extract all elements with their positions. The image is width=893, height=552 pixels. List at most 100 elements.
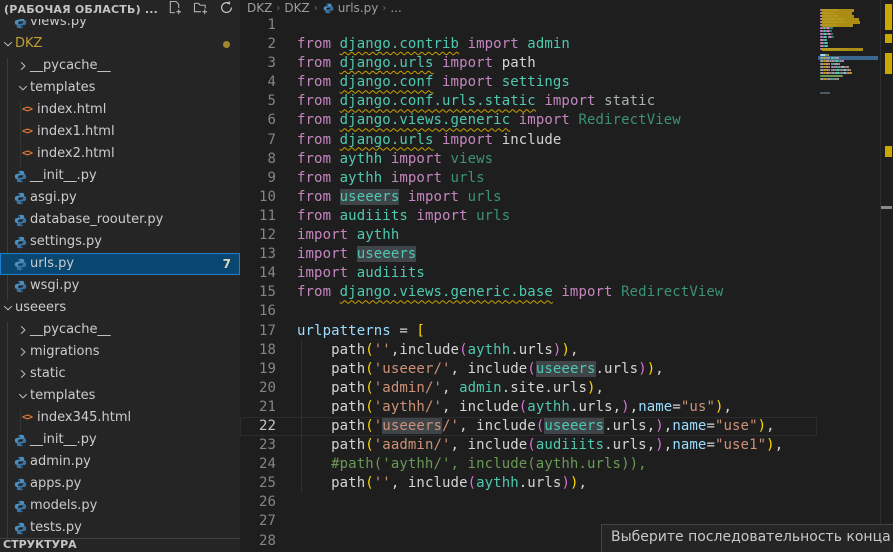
line-number[interactable]: 20 — [240, 379, 276, 398]
python-file-icon — [13, 477, 27, 491]
code-line-6[interactable]: 6from django.views.generic import Redire… — [240, 111, 893, 130]
breadcrumb-item----[interactable]: ... — [390, 1, 401, 15]
code-line-17[interactable]: 17urlpatterns = [ — [240, 322, 893, 341]
new-folder-button[interactable] — [192, 1, 209, 18]
line-number[interactable]: 21 — [240, 398, 276, 417]
line-number[interactable]: 16 — [240, 302, 276, 321]
code-line-8[interactable]: 8from aythh import views — [240, 150, 893, 169]
breadcrumb-item-DKZ[interactable]: DKZ — [247, 1, 272, 15]
code-text: import useeers — [297, 246, 416, 262]
tree-item-label: database_roouter.py — [30, 209, 163, 231]
line-number[interactable]: 11 — [240, 207, 276, 226]
code-line-3[interactable]: 3from django.urls import path — [240, 54, 893, 73]
tree-item-asgi-py[interactable]: asgi.py — [0, 187, 240, 209]
tree-item-index1-html[interactable]: <>index1.html — [0, 121, 240, 143]
code-line-25[interactable]: 25 path('', include(aythh.urls)), — [240, 474, 893, 493]
tree-item-migrations[interactable]: migrations — [0, 341, 240, 363]
code-line-19[interactable]: 19 path('useeer/', include(useeers.urls)… — [240, 360, 893, 379]
tree-item-useeers[interactable]: useeers — [0, 297, 240, 319]
tree-item-label: static — [30, 363, 66, 385]
line-number[interactable]: 15 — [240, 283, 276, 302]
tree-item-templates[interactable]: templates — [0, 77, 240, 99]
line-number[interactable]: 28 — [240, 532, 276, 551]
code-line-15[interactable]: 15from django.views.generic.base import … — [240, 283, 893, 302]
code-line-1[interactable]: 1 — [240, 16, 893, 35]
line-number[interactable]: 4 — [240, 73, 276, 92]
line-number[interactable]: 6 — [240, 111, 276, 130]
code-line-13[interactable]: 13 import useeers — [240, 245, 893, 264]
line-number[interactable]: 24 — [240, 455, 276, 474]
tree-item-models-py[interactable]: models.py — [0, 495, 240, 517]
line-number[interactable]: 27 — [240, 512, 276, 531]
line-number[interactable]: 18 — [240, 341, 276, 360]
tree-item-tests-py[interactable]: tests.py — [0, 517, 240, 539]
code-line-18[interactable]: 18 path('',include(aythh.urls)), — [240, 341, 893, 360]
code-line-16[interactable]: 16 — [240, 302, 893, 321]
line-number[interactable]: 19 — [240, 360, 276, 379]
tree-item-settings-py[interactable]: settings.py — [0, 231, 240, 253]
tree-item-init-py[interactable]: __init__.py — [0, 429, 240, 451]
line-number[interactable]: 17 — [240, 322, 276, 341]
new-file-button[interactable] — [166, 1, 183, 18]
line-number[interactable]: 14 — [240, 264, 276, 283]
tree-item-DKZ[interactable]: DKZ — [0, 33, 240, 55]
code-line-26[interactable]: 26 — [240, 493, 893, 512]
tree-item-static[interactable]: static — [0, 363, 240, 385]
minimap[interactable] — [818, 6, 878, 116]
line-number[interactable]: 22 — [240, 417, 276, 436]
code-line-12[interactable]: 12import aythh — [240, 226, 893, 245]
code-line-23[interactable]: 23 path('aadmin/', include(audiiits.urls… — [240, 436, 893, 455]
tree-item-wsgi-py[interactable]: wsgi.py — [0, 275, 240, 297]
code-line-10[interactable]: 10from useeers import urls — [240, 188, 893, 207]
breadcrumb-item-urls-py[interactable]: urls.py — [322, 1, 379, 15]
tree-item-admin-py[interactable]: admin.py — [0, 451, 240, 473]
code-line-9[interactable]: 9from aythh import urls — [240, 169, 893, 188]
tree-item-index-html[interactable]: <>index.html — [0, 99, 240, 121]
code-line-2[interactable]: 2from django.contrib import admin — [240, 35, 893, 54]
code-line-5[interactable]: 5from django.conf.urls.static import sta… — [240, 92, 893, 111]
line-number[interactable]: 26 — [240, 493, 276, 512]
minimap-line — [848, 66, 849, 68]
line-number[interactable]: 25 — [240, 474, 276, 493]
line-number[interactable]: 9 — [240, 169, 276, 188]
ruler-warning-mark — [885, 53, 892, 74]
line-number[interactable]: 10 — [240, 188, 276, 207]
tree-item-index345-html[interactable]: <>index345.html — [0, 407, 240, 429]
code-line-11[interactable]: 11from audiiits import urls — [240, 207, 893, 226]
tree-item-index2-html[interactable]: <>index2.html — [0, 143, 240, 165]
outline-section-header[interactable]: СТРУКТУРА — [0, 538, 240, 552]
line-number[interactable]: 1 — [240, 16, 276, 35]
refresh-button[interactable] — [218, 1, 235, 18]
tree-item-init-py[interactable]: __init__.py — [0, 165, 240, 187]
code-line-20[interactable]: 20 path('admin/', admin.site.urls), — [240, 379, 893, 398]
code-line-24[interactable]: 24 #path('aythh/', include(aythh.urls)), — [240, 455, 893, 474]
line-number[interactable]: 13 — [240, 245, 276, 264]
code-area[interactable]: 12from django.contrib import admin3from … — [240, 16, 893, 551]
code-line-7[interactable]: 7from django.urls import include — [240, 131, 893, 150]
chevron-right-icon — [18, 325, 28, 335]
tree-item-apps-py[interactable]: apps.py — [0, 473, 240, 495]
tree-item-label: apps.py — [30, 473, 81, 495]
breadcrumb-item-DKZ[interactable]: DKZ — [284, 1, 309, 15]
code-line-4[interactable]: 4from django.conf import settings — [240, 73, 893, 92]
line-number[interactable]: 7 — [240, 131, 276, 150]
tree-item-label: __init__.py — [30, 429, 97, 451]
code-line-21[interactable]: 21 path('aythh/', include(aythh.urls,),n… — [240, 398, 893, 417]
code-line-22[interactable]: 22 path('useeers/', include(useeers.urls… — [240, 417, 893, 436]
line-number[interactable]: 3 — [240, 54, 276, 73]
tree-item-templates[interactable]: templates — [0, 385, 240, 407]
tree-item-pycache[interactable]: __pycache__ — [0, 55, 240, 77]
line-number[interactable]: 23 — [240, 436, 276, 455]
tree-item-urls-py[interactable]: urls.py7 — [0, 253, 240, 275]
line-number[interactable]: 8 — [240, 150, 276, 169]
problems-count-badge: 7 — [223, 253, 231, 275]
code-line-14[interactable]: 14import audiiits — [240, 264, 893, 283]
line-number[interactable]: 12 — [240, 226, 276, 245]
line-number[interactable]: 5 — [240, 92, 276, 111]
chevron-right-icon — [18, 369, 28, 379]
tree-item-label: index.html — [37, 99, 106, 121]
tree-item-databaseroouter-py[interactable]: database_roouter.py — [0, 209, 240, 231]
overview-ruler[interactable] — [880, 0, 893, 552]
tree-item-pycache[interactable]: __pycache__ — [0, 319, 240, 341]
line-number[interactable]: 2 — [240, 35, 276, 54]
